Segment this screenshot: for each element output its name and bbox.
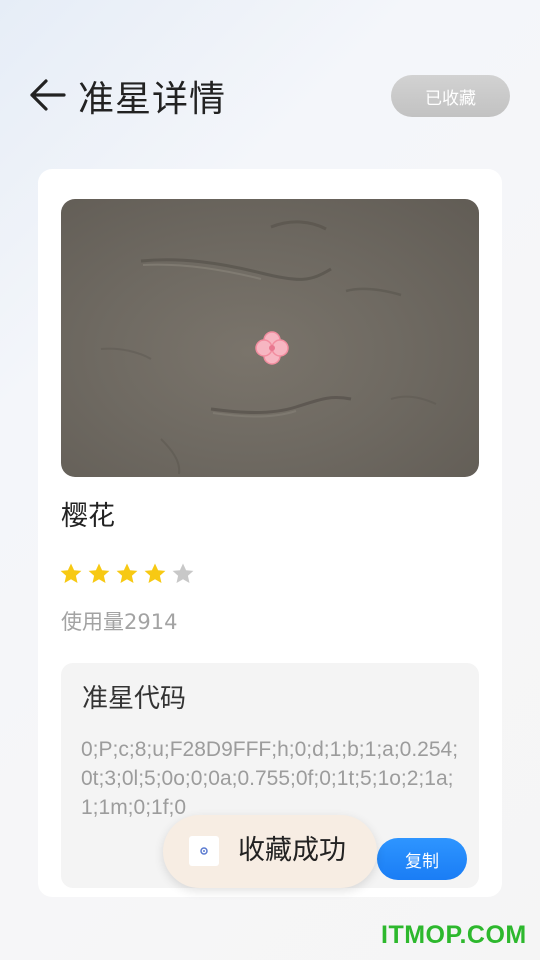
detail-card: 樱花 使用量 2914 准星代码 0;P;c;8;u;F28D9FFF;h;0;d… — [38, 169, 502, 897]
star-filled-icon — [144, 563, 166, 583]
crosshair-flower-icon — [255, 331, 289, 365]
star-filled-icon — [60, 563, 82, 583]
app-icon — [189, 836, 219, 866]
crosshair-preview-image — [61, 199, 479, 477]
crosshair-name: 樱花 — [61, 501, 115, 532]
usage-count: 使用量 2914 — [61, 607, 177, 637]
copy-button[interactable]: 复制 — [377, 838, 467, 880]
toast-notification: 收藏成功 — [163, 815, 377, 888]
collected-button[interactable]: 已收藏 — [391, 75, 510, 117]
star-filled-icon — [88, 563, 110, 583]
watermark-logo: ITMOP.COM — [381, 921, 527, 949]
crosshair-code: 0;P;c;8;u;F28D9FFF;h;0;d;1;b;1;a;0.254;0… — [81, 738, 459, 819]
arrow-left-icon[interactable] — [28, 78, 66, 112]
usage-value: 2914 — [124, 610, 178, 634]
page-title: 准星详情 — [78, 79, 227, 120]
star-filled-icon — [116, 563, 138, 583]
star-empty-icon — [172, 563, 194, 583]
toast-message: 收藏成功 — [238, 835, 346, 866]
star-rating — [59, 562, 195, 592]
usage-label: 使用量 — [61, 610, 124, 634]
code-section-title: 准星代码 — [82, 684, 187, 714]
